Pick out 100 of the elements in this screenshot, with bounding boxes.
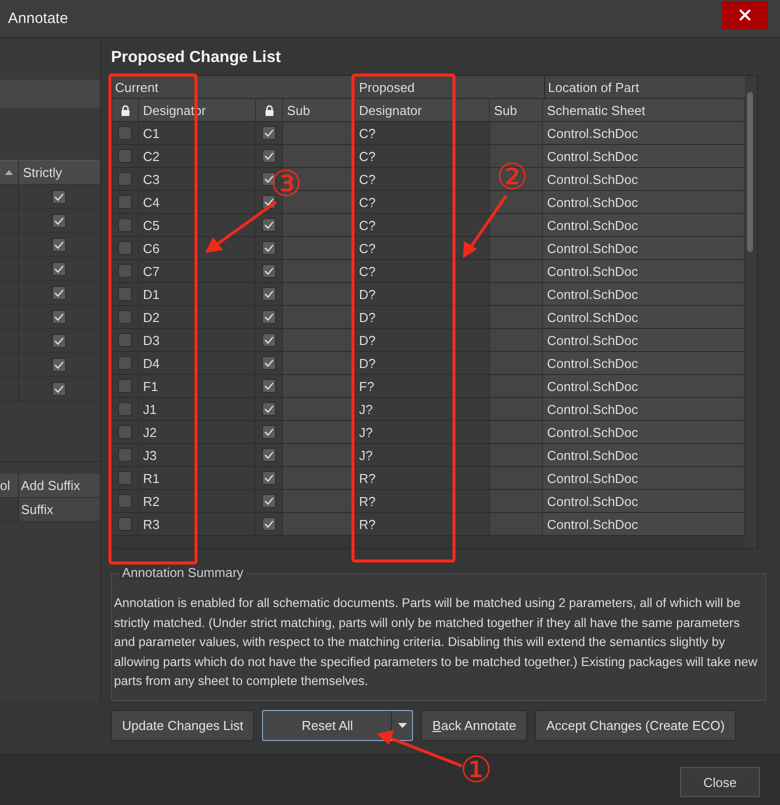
table-cell: J2: [143, 424, 157, 440]
checkbox[interactable]: [52, 190, 66, 204]
checkbox[interactable]: [262, 356, 276, 370]
table-cell: D2: [143, 310, 160, 324]
checkbox[interactable]: [118, 310, 132, 324]
checkbox[interactable]: [262, 379, 276, 393]
table-cell: C1: [143, 126, 160, 140]
checkbox[interactable]: [52, 358, 66, 372]
checkbox[interactable]: [118, 333, 132, 347]
table-cell: D3: [143, 332, 160, 348]
table-cell: C?: [359, 218, 376, 232]
checkbox[interactable]: [262, 149, 276, 163]
checkbox[interactable]: [52, 310, 66, 324]
table-cell: Control.SchDoc: [547, 148, 638, 164]
checkbox[interactable]: [262, 287, 276, 301]
table-cell: Control.SchDoc: [547, 470, 638, 486]
action-button[interactable]: Accept Changes (Create ECO): [535, 710, 736, 741]
checkbox[interactable]: [52, 382, 66, 396]
table-cell: Control.SchDoc: [547, 516, 638, 532]
table-cell: F?: [359, 378, 374, 394]
column-header[interactable]: Designator: [359, 102, 422, 118]
table-cell: R?: [359, 516, 376, 532]
table-cell: D?: [359, 332, 376, 348]
checkbox[interactable]: [118, 172, 132, 186]
checkbox[interactable]: [118, 425, 132, 439]
checkbox[interactable]: [118, 379, 132, 393]
checkbox[interactable]: [118, 287, 132, 301]
checkbox[interactable]: [118, 494, 132, 508]
column-header[interactable]: Sub: [287, 102, 310, 118]
checkbox[interactable]: [52, 214, 66, 228]
checkbox[interactable]: [118, 195, 132, 209]
table-cell: Control.SchDoc: [547, 126, 638, 140]
checkbox[interactable]: [118, 471, 132, 485]
checkbox[interactable]: [52, 238, 66, 252]
lock-icon: [264, 104, 274, 116]
column-header[interactable]: Schematic Sheet: [547, 102, 646, 118]
table-cell: Control.SchDoc: [547, 218, 638, 232]
checkbox[interactable]: [52, 286, 66, 300]
checkbox[interactable]: [118, 218, 132, 232]
step-number: ③: [270, 166, 302, 204]
checkbox[interactable]: [118, 126, 132, 140]
table-cell: C7: [143, 264, 160, 278]
table-cell: D?: [359, 286, 376, 302]
scrollbar[interactable]: [745, 76, 757, 548]
table-cell: C?: [359, 240, 376, 256]
group-title: Annotation Summary: [119, 565, 246, 580]
checkbox[interactable]: [118, 149, 132, 163]
checkbox[interactable]: [52, 262, 66, 276]
table-cell: C5: [143, 218, 160, 232]
lock-icon: [120, 104, 130, 116]
table-cell: Control.SchDoc: [547, 402, 638, 416]
close-button[interactable]: [722, 0, 768, 28]
checkbox[interactable]: [262, 494, 276, 508]
table-cell: C?: [359, 264, 376, 278]
checkbox[interactable]: [262, 471, 276, 485]
window-title: Annotate: [7, 10, 68, 27]
checkbox[interactable]: [118, 241, 132, 255]
checkbox[interactable]: [262, 517, 276, 531]
annotation-arrow: [205, 200, 277, 253]
column-header[interactable]: Sub: [494, 102, 518, 118]
checkbox[interactable]: [118, 517, 132, 531]
column-header[interactable]: ol: [0, 478, 10, 493]
table-cell: C4: [143, 194, 160, 210]
table-cell: J3: [143, 448, 157, 462]
close-dialog-button[interactable]: Close: [680, 767, 760, 797]
table-cell: J?: [359, 402, 373, 416]
checkbox[interactable]: [262, 310, 276, 324]
checkbox[interactable]: [262, 218, 276, 232]
table-cell: C?: [359, 172, 376, 186]
table-cell: J?: [359, 448, 373, 462]
table-cell: Control.SchDoc: [547, 378, 638, 394]
table-cell: Control.SchDoc: [547, 494, 638, 508]
table-cell: C?: [359, 126, 376, 140]
summary-text: Annotation is enabled for all schematic documents. Parts will be matched using 2 parameters, all of which will be strictly matched. (Under strict matching, parts will only be matched together if they all have the same parameters and parameter values, with respect to the matching criteria. Disabling this will extend the semantics slightly by allowing parts which do not have the specified parameters to be matched together.) Existing packages will take new parts from any sheet to complete themselves.: [114, 595, 758, 690]
dropdown-icon[interactable]: [398, 723, 407, 728]
table-cell: R2: [143, 494, 160, 508]
checkbox[interactable]: [262, 402, 276, 416]
checkbox[interactable]: [262, 448, 276, 462]
table-cell: Control.SchDoc: [547, 286, 638, 302]
checkbox[interactable]: [262, 264, 276, 278]
action-button[interactable]: Update Changes List: [111, 710, 254, 741]
checkbox[interactable]: [118, 264, 132, 278]
checkbox[interactable]: [118, 402, 132, 416]
sort-up-icon[interactable]: [5, 170, 13, 175]
table-cell: Suffix: [21, 502, 54, 517]
annotation-arrow: [463, 195, 508, 258]
checkbox[interactable]: [52, 334, 66, 348]
step-number: ②: [496, 159, 528, 197]
checkbox[interactable]: [262, 241, 276, 255]
checkbox[interactable]: [262, 126, 276, 140]
checkbox[interactable]: [118, 448, 132, 462]
table-cell: C2: [143, 148, 160, 164]
table-cell: Control.SchDoc: [547, 332, 638, 348]
reset-all-button[interactable]: Reset All: [262, 710, 414, 741]
checkbox[interactable]: [262, 333, 276, 347]
column-header[interactable]: Add Suffix: [21, 478, 80, 493]
table-cell: Control.SchDoc: [547, 172, 638, 186]
action-button[interactable]: Back Annotate: [421, 710, 528, 741]
checkbox[interactable]: [118, 356, 132, 370]
checkbox[interactable]: [262, 425, 276, 439]
